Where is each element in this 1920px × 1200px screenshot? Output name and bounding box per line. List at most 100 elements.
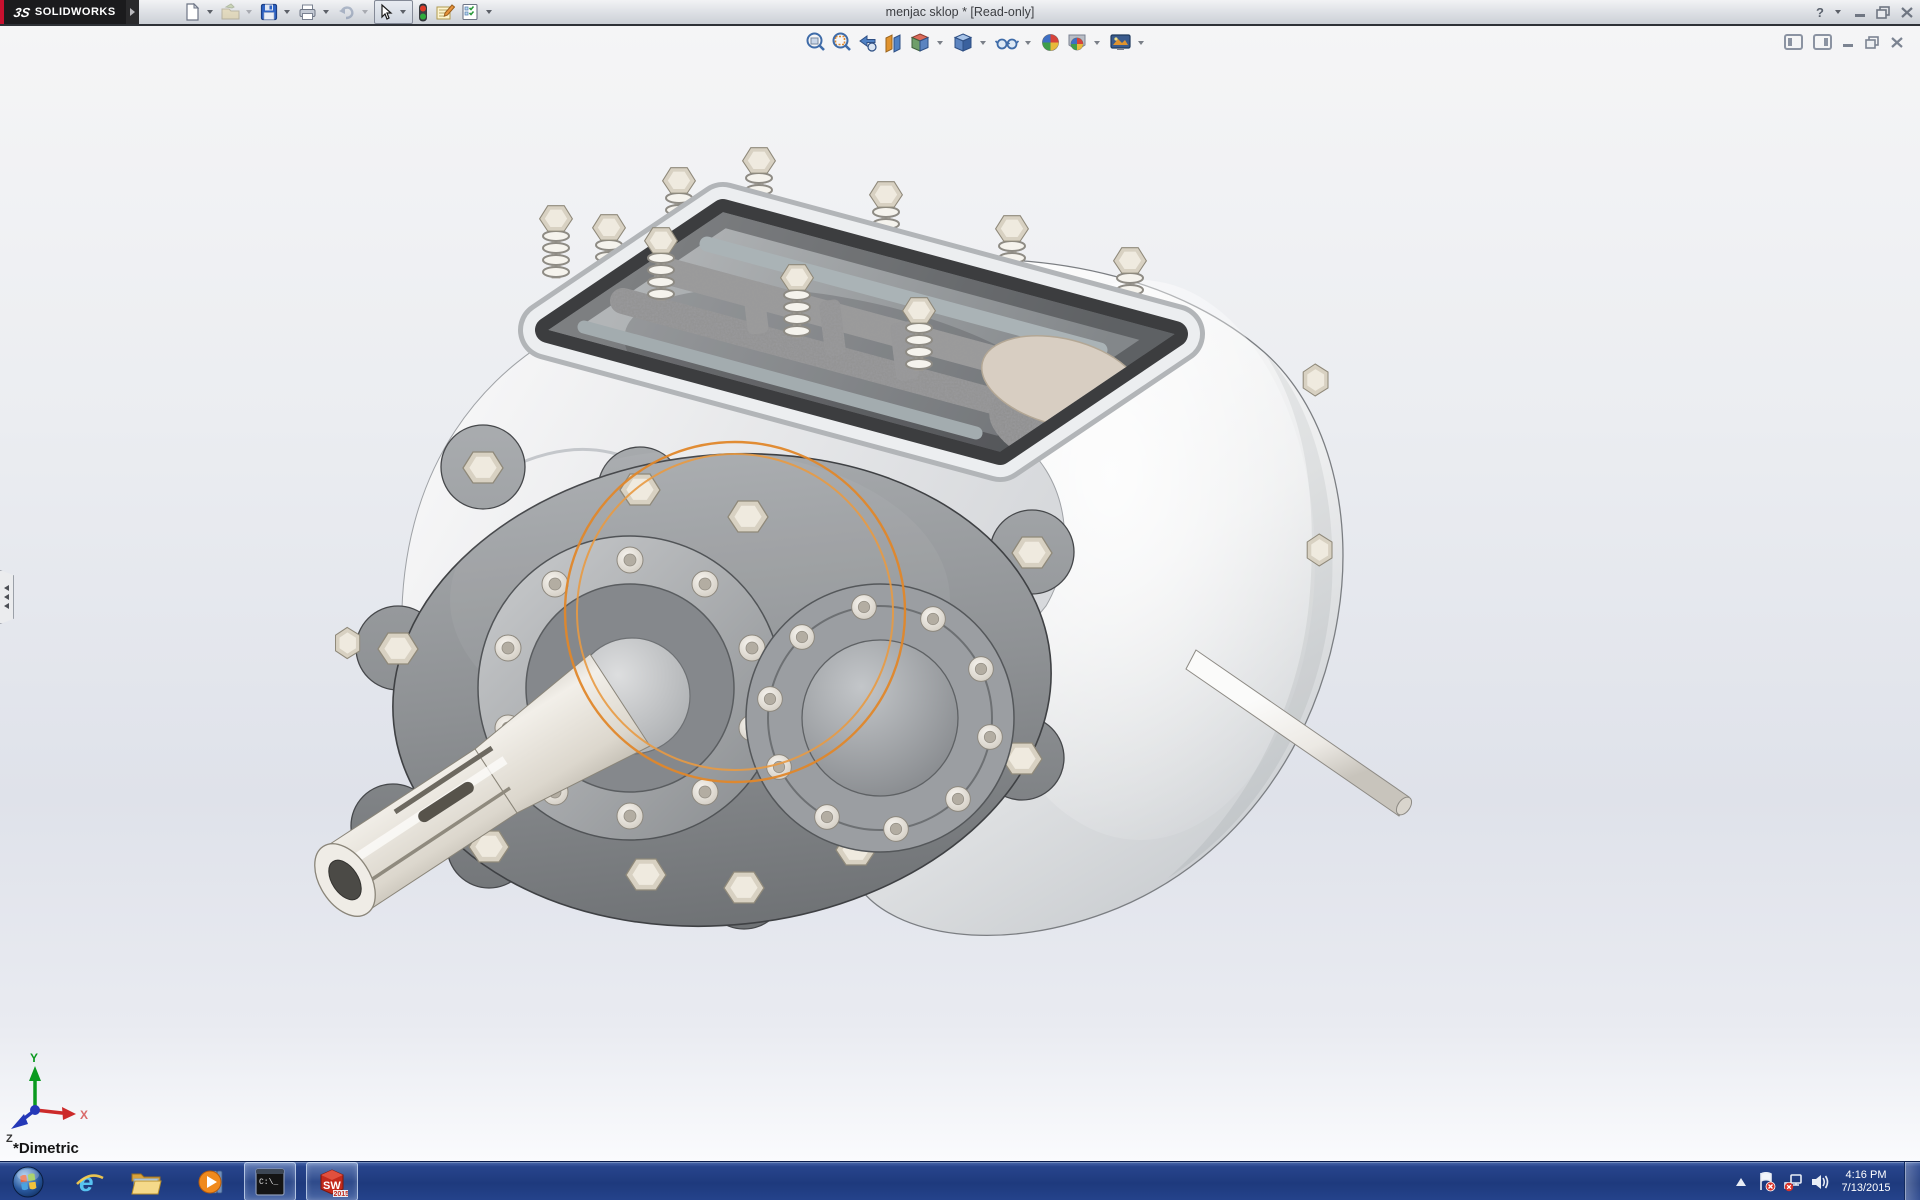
close-button[interactable] — [1900, 6, 1914, 19]
new-dropdown[interactable] — [207, 10, 213, 14]
select-cursor-icon — [377, 3, 395, 21]
command-prompt-icon: C:\_ — [255, 1168, 285, 1196]
print-button[interactable] — [296, 1, 319, 23]
section-view-button[interactable] — [882, 31, 905, 54]
main-toolbar — [181, 0, 496, 24]
left-pane-toggle-icon[interactable] — [1784, 34, 1803, 50]
show-desktop-button[interactable] — [1904, 1162, 1920, 1200]
tray-show-hidden-icons[interactable] — [1733, 1162, 1749, 1200]
comment-button[interactable] — [433, 1, 457, 23]
design-checker-button[interactable] — [459, 1, 482, 23]
zoom-to-fit-button[interactable] — [804, 31, 827, 54]
clock-time: 4:16 PM — [1846, 1169, 1887, 1182]
right-pane-toggle-icon[interactable] — [1813, 34, 1832, 50]
doc-restore-button[interactable] — [1865, 36, 1880, 49]
ds-logo-glyph: 3S — [12, 5, 31, 20]
solidworks-window: 3S SOLIDWORKS — [0, 0, 1920, 1200]
edit-appearance-button[interactable] — [1039, 31, 1062, 54]
up-arrow-icon — [1736, 1178, 1746, 1186]
new-document-icon — [183, 3, 201, 21]
triad-z-label: Z — [6, 1133, 13, 1145]
solidworks-icon-year: 2015 — [334, 1191, 349, 1197]
tray-network[interactable] — [1781, 1162, 1805, 1200]
hide-show-dropdown[interactable] — [1025, 41, 1031, 45]
solidworks-2015-icon: SW 2015 — [316, 1167, 348, 1197]
view-orientation-label: *Dimetric — [13, 1140, 79, 1157]
edit-appearance-icon — [1040, 32, 1061, 53]
model-cover-flange[interactable] — [746, 584, 1014, 852]
speaker-icon — [1810, 1173, 1830, 1191]
collapse-arrow-icon — [4, 603, 9, 609]
design-checker-dropdown[interactable] — [486, 10, 492, 14]
section-view-icon — [883, 32, 904, 53]
taskbar-solidworks-2015[interactable]: SW 2015 — [306, 1162, 358, 1200]
graphics-area[interactable]: Y X Z — [0, 26, 1920, 1161]
undo-button[interactable] — [335, 1, 358, 23]
feature-manager-collapsed-tab[interactable] — [0, 570, 14, 624]
select-dropdown[interactable] — [400, 10, 406, 14]
tray-clock[interactable]: 4:16 PM 7/13/2015 — [1834, 1162, 1898, 1200]
save-button[interactable] — [258, 1, 280, 23]
collapse-arrow-icon — [4, 585, 9, 591]
restore-button[interactable] — [1876, 6, 1891, 19]
folder-icon — [130, 1168, 162, 1196]
doc-close-button[interactable] — [1890, 36, 1904, 49]
tray-volume[interactable] — [1808, 1162, 1832, 1200]
windows-taskbar: e C:\_ — [0, 1161, 1920, 1200]
hide-show-items-button[interactable] — [994, 31, 1020, 54]
taskbar-command-prompt[interactable]: C:\_ — [244, 1162, 296, 1200]
new-document-button[interactable] — [181, 1, 203, 23]
view-settings-button[interactable] — [1108, 31, 1133, 54]
internet-explorer-icon: e — [75, 1167, 105, 1197]
open-icon — [221, 3, 240, 21]
triad-y-label: Y — [30, 1051, 38, 1065]
view-settings-dropdown[interactable] — [1138, 41, 1144, 45]
apply-scene-dropdown[interactable] — [1094, 41, 1100, 45]
command-prompt-label: C:\_ — [259, 1178, 278, 1187]
design-checker-icon — [461, 3, 480, 21]
action-center-flag-icon — [1758, 1172, 1776, 1192]
help-button[interactable]: ? — [1816, 5, 1824, 20]
select-button[interactable] — [374, 0, 413, 24]
help-dropdown[interactable] — [1835, 10, 1841, 14]
windows-start-icon — [12, 1166, 44, 1198]
view-orientation-button[interactable] — [908, 31, 932, 54]
minimize-button[interactable] — [1854, 6, 1867, 18]
zoom-to-area-button[interactable] — [830, 31, 853, 54]
view-orientation-dropdown[interactable] — [937, 41, 943, 45]
start-button[interactable] — [9, 1162, 47, 1200]
display-style-icon — [952, 32, 974, 53]
taskbar-internet-explorer[interactable]: e — [68, 1162, 112, 1200]
doc-minimize-button[interactable] — [1842, 36, 1855, 48]
collapse-arrow-icon — [4, 594, 9, 600]
menu-expand-arrow[interactable] — [126, 0, 139, 24]
stoplight-button[interactable] — [415, 1, 431, 23]
open-button[interactable] — [219, 1, 242, 23]
headsup-view-toolbar — [804, 31, 1149, 54]
apply-scene-button[interactable] — [1065, 31, 1089, 54]
title-bar: 3S SOLIDWORKS — [0, 0, 1920, 26]
tray-action-center[interactable] — [1756, 1162, 1778, 1200]
print-dropdown[interactable] — [323, 10, 329, 14]
app-window-controls: ? — [1816, 0, 1914, 24]
triad-x-label: X — [80, 1108, 88, 1122]
print-icon — [298, 3, 317, 21]
undo-dropdown[interactable] — [362, 10, 368, 14]
undo-icon — [337, 3, 356, 21]
zoom-to-area-icon — [831, 32, 852, 53]
model-scene: Y X Z — [0, 26, 1920, 1161]
save-dropdown[interactable] — [284, 10, 290, 14]
comment-icon — [435, 3, 455, 21]
previous-view-icon — [857, 32, 878, 53]
taskbar-windows-explorer[interactable] — [124, 1162, 168, 1200]
solidworks-logo: 3S SOLIDWORKS — [0, 0, 126, 24]
svg-text:e: e — [79, 1167, 93, 1197]
previous-view-button[interactable] — [856, 31, 879, 54]
open-dropdown[interactable] — [246, 10, 252, 14]
document-window-controls — [1784, 34, 1904, 50]
display-style-button[interactable] — [951, 31, 975, 54]
taskbar-media-player[interactable] — [190, 1162, 234, 1200]
view-settings-icon — [1109, 32, 1132, 53]
stoplight-icon — [417, 3, 429, 22]
display-style-dropdown[interactable] — [980, 41, 986, 45]
